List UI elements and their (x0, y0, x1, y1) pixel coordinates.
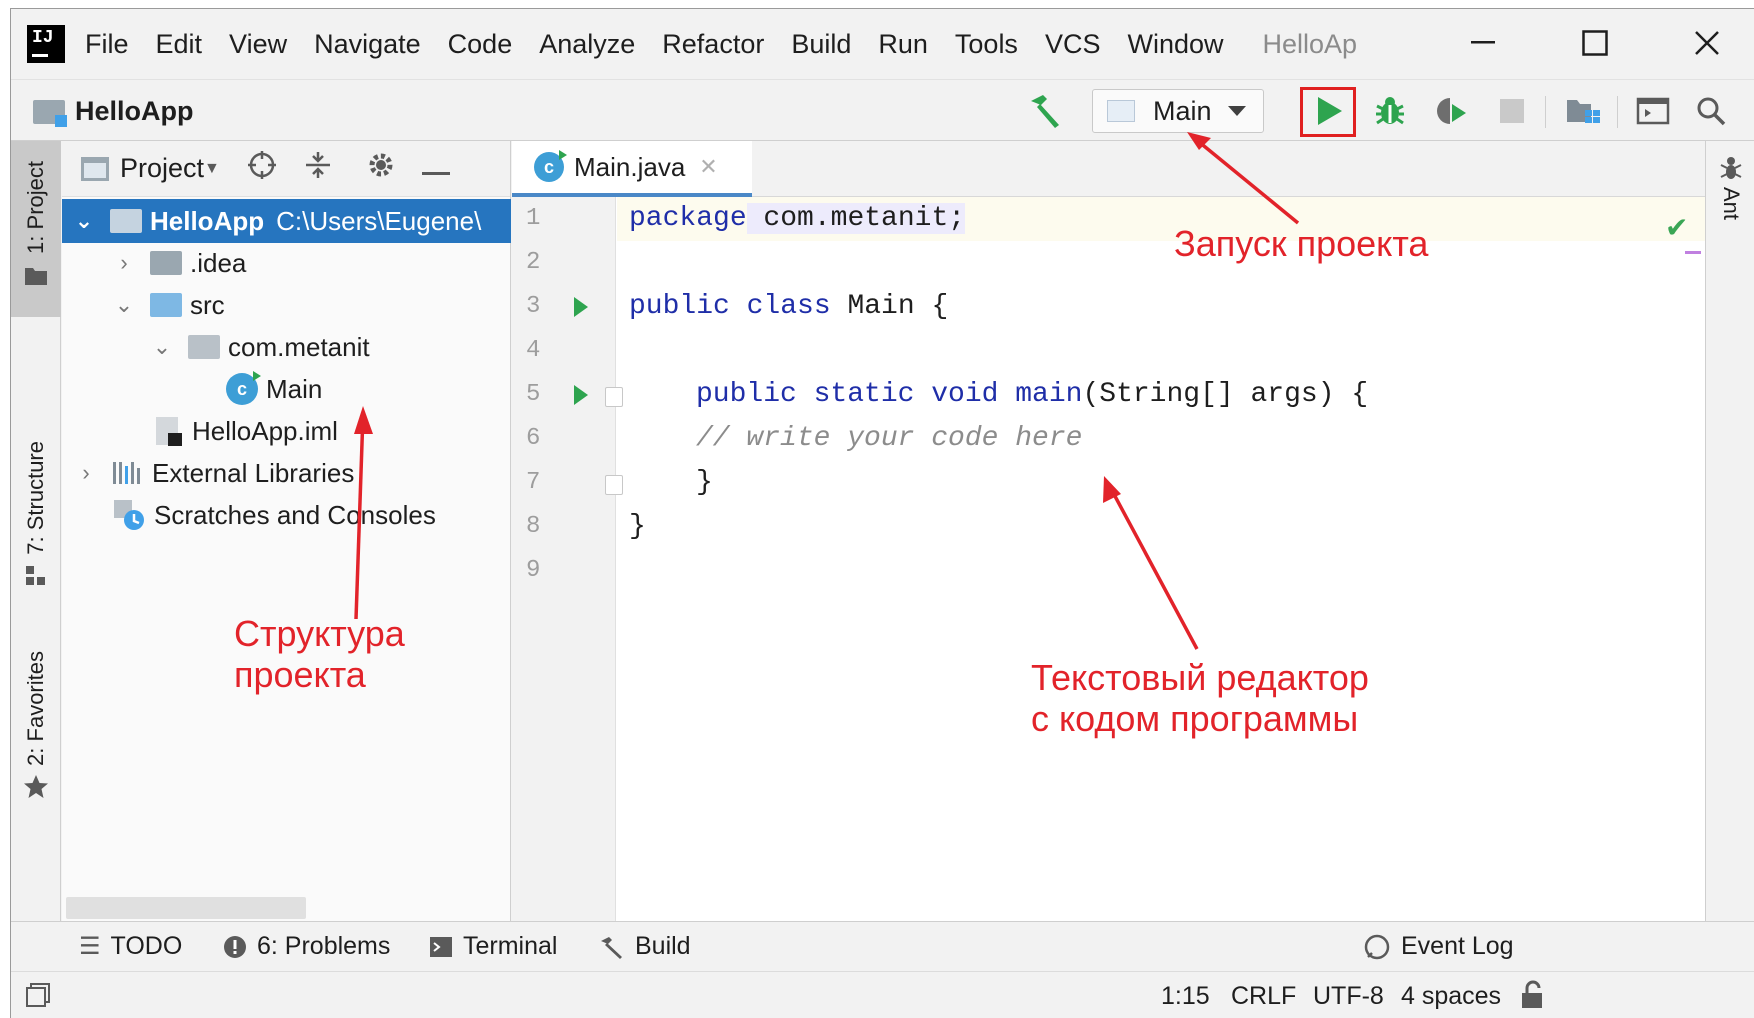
annotation-run: Запуск проекта (1174, 223, 1429, 264)
list-icon: ☰ (79, 933, 101, 960)
file-encoding[interactable]: UTF-8 (1313, 982, 1384, 1011)
annotation-structure-1: Структура (234, 613, 405, 654)
arrow-run (1191, 135, 1300, 225)
annotation-structure-2: проекта (234, 654, 366, 695)
arrowhead-structure (354, 406, 373, 434)
caret-position[interactable]: 1:15 (1161, 982, 1210, 1011)
terminal-tab[interactable]: Terminal (429, 932, 557, 961)
todo-tab[interactable]: ☰ TODO (79, 932, 182, 961)
annotation-arrows (354, 132, 1300, 650)
terminal-icon (430, 936, 452, 957)
annotation-editor-2: с кодом программы (1031, 698, 1359, 739)
build-label: Build (635, 932, 691, 960)
terminal-label: Terminal (463, 932, 558, 960)
annotation-editor-1: Текстовый редактор (1031, 657, 1369, 698)
bottom-tool-bar: ☰ TODO 6: Problems Terminal Build Event … (11, 921, 1754, 971)
problems-icon (224, 935, 246, 958)
arrow-structure (354, 413, 365, 620)
lock-icon[interactable] (1519, 980, 1545, 1010)
ide-window: IJ File Edit View Navigate Code Analyze … (10, 8, 1754, 1018)
event-log-tab[interactable]: Event Log (1363, 932, 1514, 961)
event-log-label: Event Log (1401, 932, 1514, 960)
problems-tab[interactable]: 6: Problems (223, 932, 390, 961)
hammer-icon (601, 936, 622, 959)
problems-label: 6: Problems (257, 932, 391, 960)
build-tab[interactable]: Build (599, 932, 691, 961)
indent-setting[interactable]: 4 spaces (1401, 982, 1501, 1011)
todo-label: TODO (110, 932, 183, 960)
event-log-icon (1364, 934, 1390, 959)
toggle-tool-windows-icon[interactable] (25, 982, 51, 1008)
arrow-editor (1107, 484, 1199, 650)
status-bar: 1:15 CRLF UTF-8 4 spaces (11, 971, 1754, 1018)
line-separator[interactable]: CRLF (1231, 982, 1296, 1011)
